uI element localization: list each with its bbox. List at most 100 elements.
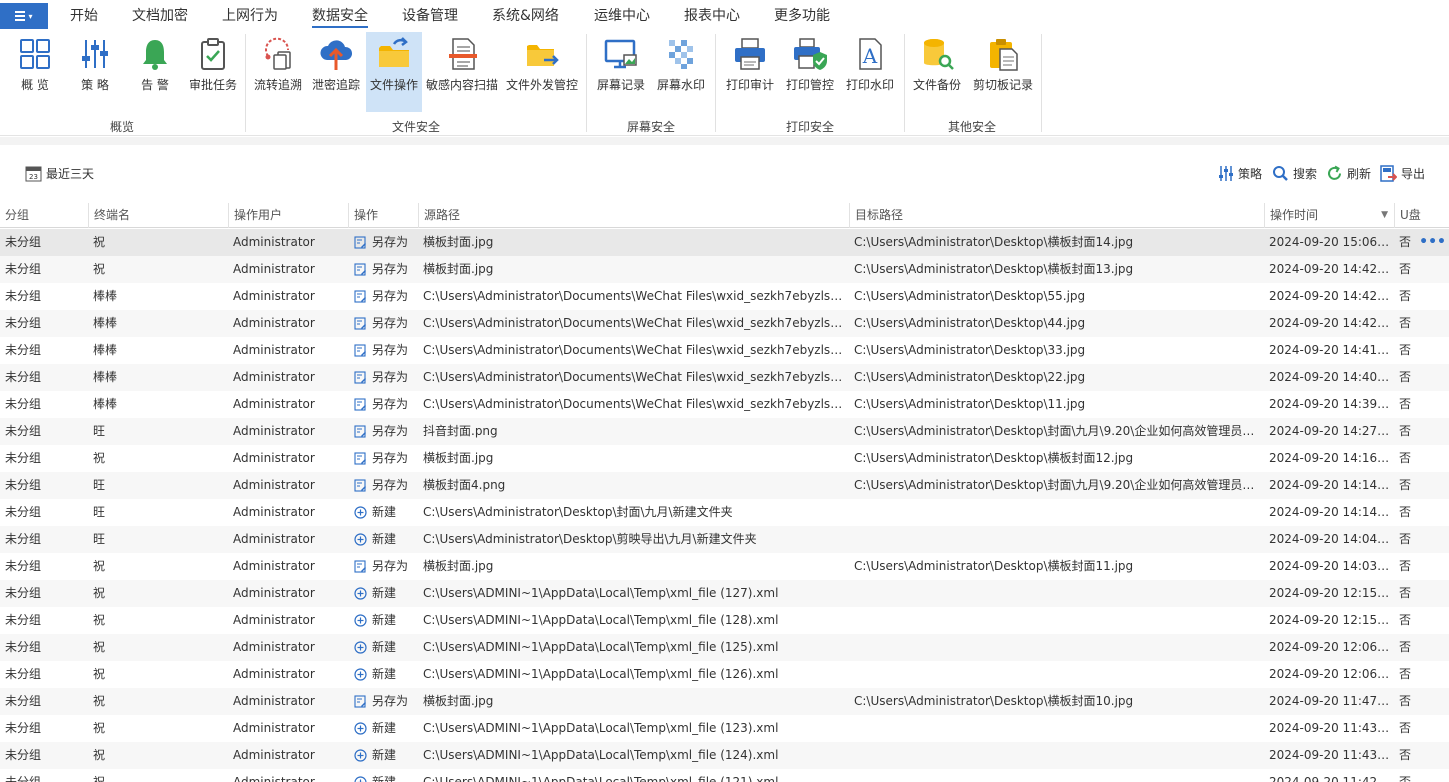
col-user[interactable]: 操作用户 [228,203,348,228]
table-row[interactable]: 未分组 祝 Administrator 另存为 横板封面.jpg C:\Users\Adm… [0,553,1449,580]
flow-trace-icon [265,37,291,70]
cell-time: 2024-09-20 14:14:51 [1269,478,1391,492]
table-row[interactable]: 未分组 棒棒 Administrator 另存为 C:\Users\Administra… [0,283,1449,310]
ribbon-approval-button[interactable]: 审批任务 [187,32,239,112]
cell-target-path [854,499,1262,526]
toolbar-refresh-button[interactable]: 刷新 [1326,164,1371,182]
ribbon-print-audit-button[interactable]: 打印审计 [724,32,776,112]
app-menu-button[interactable]: ▾ [0,3,48,29]
col-operation[interactable]: 操作 [348,203,418,228]
cell-target-path [854,580,1262,607]
ribbon-file-backup-button[interactable]: 文件备份 [911,32,963,112]
ribbon-sensitive-scan-button[interactable]: 敏感内容扫描 [424,32,500,112]
col-source-path[interactable]: 源路径 [418,203,849,228]
ribbon-file-send-control-button[interactable]: 文件外发管控 [504,32,580,112]
cell-group: 未分组 [5,451,42,465]
cell-usb: 否 [1399,451,1412,465]
col-operation-time[interactable]: 操作时间 ▼ [1264,203,1394,228]
cell-group: 未分组 [5,262,42,276]
cell-source-path: 横板封面.jpg [423,451,494,465]
table-row[interactable]: 未分组 棒棒 Administrator 另存为 C:\Users\Administra… [0,310,1449,337]
cell-terminal: 旺 [93,424,106,438]
col-usb[interactable]: U盘 [1394,203,1424,228]
cell-group: 未分组 [5,775,42,782]
toolbar-search-button[interactable]: 搜索 [1272,164,1317,182]
ribbon-file-operation-button[interactable]: 文件操作 [366,32,422,112]
table-row[interactable]: 未分组 祝 Administrator 新建 C:\Users\ADMINI~1\App… [0,769,1449,782]
cell-terminal: 祝 [93,694,106,708]
menu-item-device-mgmt[interactable]: 设备管理 [402,6,458,28]
table-row[interactable]: 未分组 棒棒 Administrator 另存为 C:\Users\Administra… [0,337,1449,364]
col-target-path[interactable]: 目标路径 [849,203,1264,228]
ribbon-screen-record-button[interactable]: 屏幕记录 [594,32,648,112]
cell-target-path: C:\Users\Administrator\Desktop\55.jpg [854,289,1086,303]
menu-item-more[interactable]: 更多功能 [774,6,830,28]
table-row[interactable]: 未分组 祝 Administrator 另存为 横板封面.jpg C:\Users\Adm… [0,256,1449,283]
cell-source-path: 横板封面.jpg [423,559,494,573]
table-row[interactable]: 未分组 祝 Administrator 新建 C:\Users\ADMINI~1\App… [0,661,1449,688]
group-separator [245,34,246,132]
menu-item-web-behavior[interactable]: 上网行为 [222,6,278,28]
ribbon-screen-watermark-button[interactable]: 屏幕水印 [654,32,708,112]
ribbon-policy-button[interactable]: 策 略 [73,32,117,112]
cell-source-path: C:\Users\Administrator\Desktop\封面\九月\新建文… [423,505,733,519]
calendar-icon: 23 [25,166,42,181]
date-range-button[interactable]: 23 最近三天 [25,164,94,182]
table-row[interactable]: 未分组 旺 Administrator 新建 C:\Users\Administrato… [0,526,1449,553]
table-row[interactable]: 未分组 祝 Administrator 新建 C:\Users\ADMINI~1\App… [0,634,1449,661]
cell-usb: 否 [1399,640,1412,654]
ribbon-label: 泄密追踪 [311,78,360,92]
ribbon-print-watermark-button[interactable]: A 打印水印 [844,32,896,112]
col-group[interactable]: 分组 [0,203,88,228]
group-label-overview: 概览 [110,120,135,134]
ribbon-clipboard-record-button[interactable]: 剪切板记录 [970,32,1036,112]
menu-item-report-center[interactable]: 报表中心 [684,6,740,28]
cell-time: 2024-09-20 11:43:56 [1269,721,1391,735]
table-row[interactable]: 未分组 祝 Administrator 新建 C:\Users\ADMINI~1\App… [0,742,1449,769]
cell-terminal: 祝 [93,775,106,782]
menu-item-ops-center[interactable]: 运维中心 [594,6,650,28]
cell-group: 未分组 [5,370,42,384]
table-row[interactable]: 未分组 祝 Administrator 另存为 横板封面.jpg C:\Users\Adm… [0,229,1449,256]
cell-operation: 新建 [372,775,397,782]
table-row[interactable]: 未分组 祝 Administrator 新建 C:\Users\ADMINI~1\App… [0,580,1449,607]
cell-usb: 否 [1399,775,1412,782]
cell-user: Administrator [233,532,315,546]
ribbon-print-control-button[interactable]: 打印管控 [784,32,836,112]
cell-source-path: 横板封面.jpg [423,262,494,276]
toolbar-policy-button[interactable]: 策略 [1217,164,1262,182]
ribbon-label: 打印管控 [785,78,834,92]
table-row[interactable]: 未分组 棒棒 Administrator 另存为 C:\Users\Administra… [0,391,1449,418]
table-row[interactable]: 未分组 祝 Administrator 另存为 横板封面.jpg C:\Users\Adm… [0,688,1449,715]
menu-item-doc-encrypt[interactable]: 文档加密 [132,6,188,28]
plus-circle-icon [354,506,367,519]
plus-circle-icon [354,749,367,762]
ribbon-leak-track-button[interactable]: 泄密追踪 [310,32,362,112]
cell-operation: 新建 [372,748,397,762]
ribbon-flow-trace-button[interactable]: 流转追溯 [252,32,304,112]
table-row[interactable]: 未分组 棒棒 Administrator 另存为 C:\Users\Administra… [0,364,1449,391]
group-label-other-security: 其他安全 [948,120,997,134]
table-row[interactable]: 未分组 旺 Administrator 另存为 抖音封面.png C:\Users\Adm… [0,418,1449,445]
toolbar-export-button[interactable]: 导出 [1380,164,1425,182]
save-as-icon [354,398,366,411]
table-row[interactable]: 未分组 祝 Administrator 另存为 横板封面.jpg C:\Users\Adm… [0,445,1449,472]
table-row[interactable]: 未分组 旺 Administrator 新建 C:\Users\Administrato… [0,499,1449,526]
ribbon-overview-button[interactable]: 概 览 [13,32,57,112]
table-row[interactable]: 未分组 祝 Administrator 新建 C:\Users\ADMINI~1\App… [0,607,1449,634]
menu-item-start[interactable]: 开始 [70,6,98,28]
ribbon-alarm-button[interactable]: 告 警 [133,32,177,112]
menu-item-system-network[interactable]: 系统&网络 [492,6,559,28]
col-terminal[interactable]: 终端名 [88,203,228,228]
cell-time: 2024-09-20 11:47:02 [1269,694,1391,708]
menu-item-data-security[interactable]: 数据安全 [312,6,368,28]
cell-operation: 另存为 [372,559,409,573]
cell-terminal: 棒棒 [93,397,118,411]
ribbon-label: 剪切板记录 [972,78,1033,92]
table-row[interactable]: 未分组 祝 Administrator 新建 C:\Users\ADMINI~1\App… [0,715,1449,742]
toolbar: 23 最近三天 策略 搜索 刷新 导出 [0,145,1449,202]
more-dots-icon[interactable]: ••• [1419,235,1446,249]
cell-source-path: C:\Users\ADMINI~1\AppData\Local\Temp\xml… [423,586,779,600]
table-row[interactable]: 未分组 旺 Administrator 另存为 横板封面4.png C:\Users\Ad… [0,472,1449,499]
cell-source-path: C:\Users\Administrator\Documents\WeChat … [423,343,846,357]
